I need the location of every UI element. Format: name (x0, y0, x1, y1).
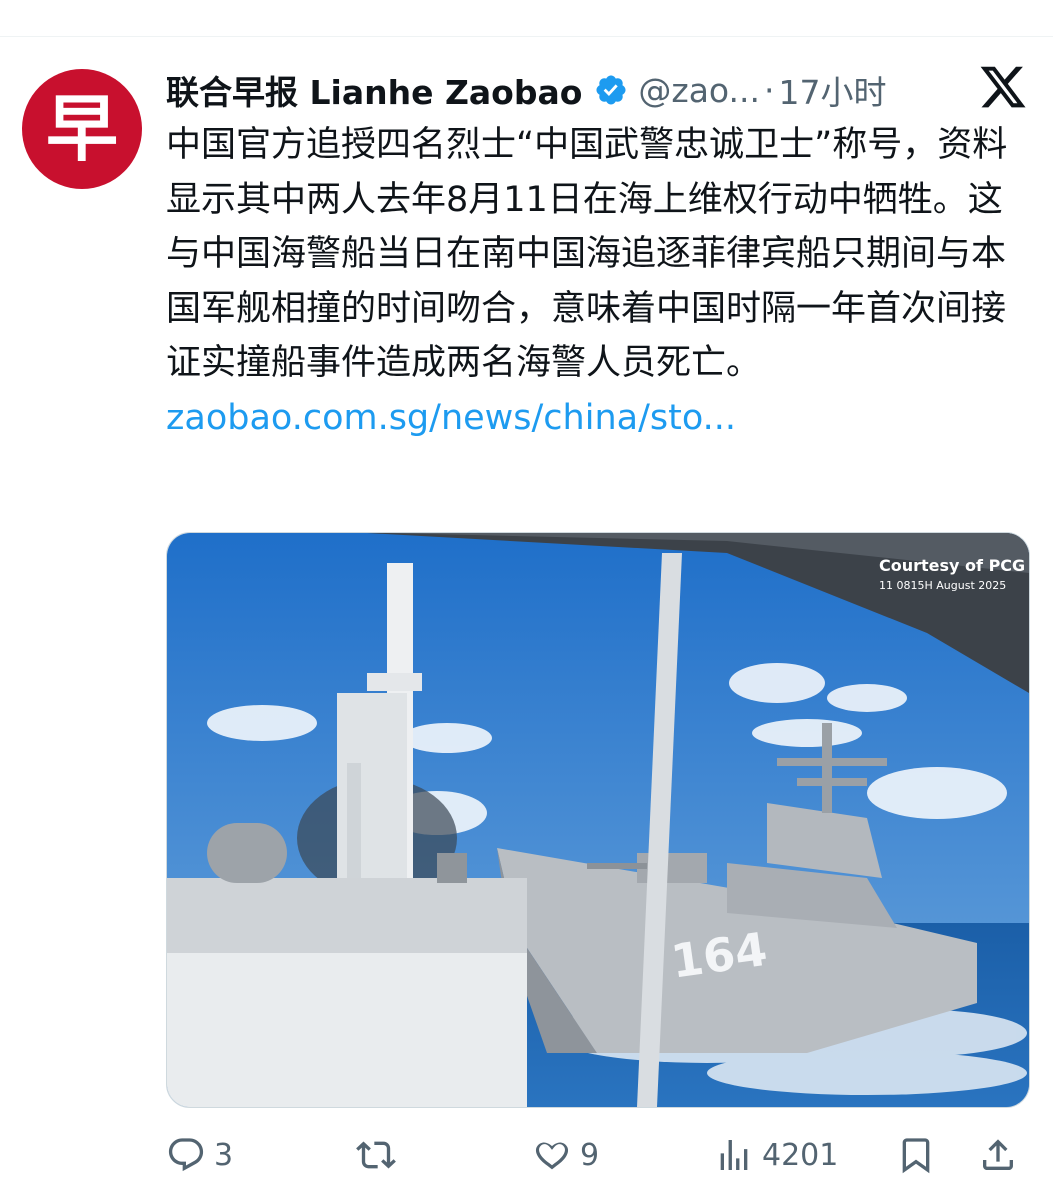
verified-badge-icon (594, 73, 628, 107)
tweet-timestamp[interactable]: 17小时 (779, 66, 887, 114)
watermark-line-2: 11 0815H August 2025 (879, 579, 1006, 592)
bookmark-button[interactable] (896, 1126, 936, 1184)
bookmark-icon (896, 1135, 936, 1175)
reply-count: 3 (214, 1137, 234, 1173)
ship-photo: 164 Courtesy of PCG 11 0815H August 2025 (167, 533, 1029, 1107)
watermark-line-1: Courtesy of PCG (879, 556, 1025, 575)
views-count: 4201 (762, 1137, 839, 1173)
like-button[interactable]: 9 (532, 1126, 599, 1184)
like-count: 9 (580, 1137, 600, 1173)
tweet-actions: 3 9 4201 (166, 1126, 1028, 1184)
share-icon (978, 1135, 1018, 1175)
repost-button[interactable] (356, 1126, 404, 1184)
tweet-body: 中国官方追授四名烈士“中国武警忠诚卫士”称号，资料显示其中两人去年8月11日在海… (166, 125, 1008, 383)
x-logo-icon[interactable] (978, 62, 1028, 112)
reply-icon (166, 1135, 206, 1175)
repost-icon (356, 1135, 396, 1175)
avatar-glyph: 早 (45, 86, 118, 171)
views-icon (714, 1135, 754, 1175)
like-icon (532, 1135, 572, 1175)
tweet-media-image[interactable]: 164 Courtesy of PCG 11 0815H August 2025 (166, 532, 1030, 1108)
share-button[interactable] (978, 1126, 1018, 1184)
author-name[interactable]: 联合早报 Lianhe Zaobao (166, 66, 582, 114)
author-handle[interactable]: @zao... (638, 71, 760, 110)
author-avatar[interactable]: 早 (22, 69, 142, 189)
top-divider (0, 36, 1053, 37)
views-button[interactable]: 4201 (714, 1126, 838, 1184)
header-separator: · (764, 70, 775, 110)
tweet-link[interactable]: zaobao.com.sg/news/china/sto... (166, 398, 736, 438)
tweet-header: 联合早报 Lianhe Zaobao @zao... · 17小时 (166, 66, 887, 114)
tweet-text: 中国官方追授四名烈士“中国武警忠诚卫士”称号，资料显示其中两人去年8月11日在海… (166, 118, 1026, 445)
reply-button[interactable]: 3 (166, 1126, 233, 1184)
